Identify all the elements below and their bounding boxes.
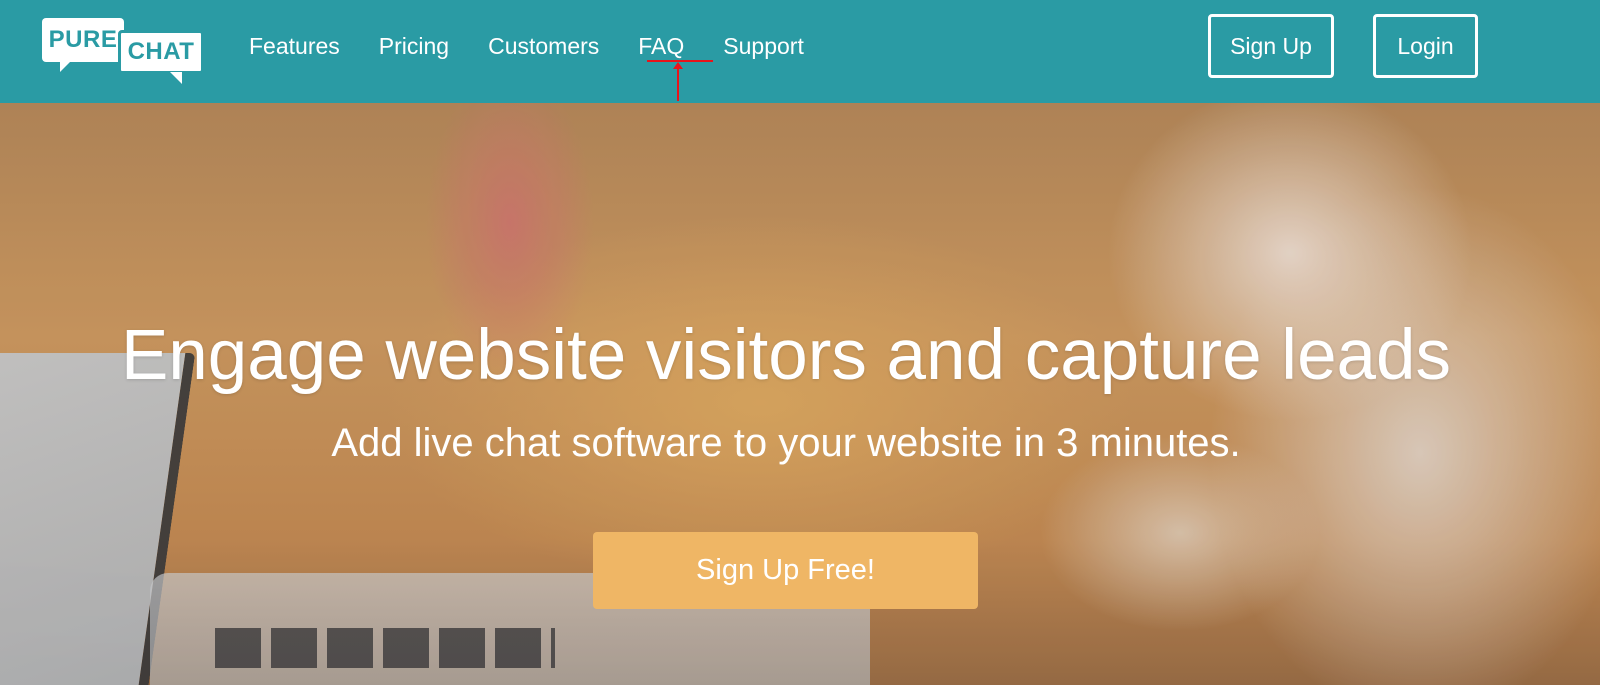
signup-button[interactable]: Sign Up bbox=[1208, 14, 1334, 78]
logo-text-chat: CHAT bbox=[127, 38, 195, 65]
logo-bubble-tail bbox=[170, 72, 182, 84]
login-button[interactable]: Login bbox=[1373, 14, 1478, 78]
signup-free-button[interactable]: Sign Up Free! bbox=[593, 532, 978, 609]
hero-title: Engage website visitors and capture lead… bbox=[120, 316, 1452, 395]
nav-link-features[interactable]: Features bbox=[249, 30, 340, 62]
purechat-logo[interactable]: PURE CHAT bbox=[42, 18, 204, 84]
nav-link-pricing[interactable]: Pricing bbox=[379, 30, 449, 62]
hero-section: Engage website visitors and capture lead… bbox=[0, 103, 1600, 685]
main-nav: Features Pricing Customers FAQ Support bbox=[249, 30, 804, 62]
nav-link-support[interactable]: Support bbox=[723, 30, 804, 62]
top-navbar: PURE CHAT Features Pricing Customers FAQ… bbox=[0, 0, 1600, 103]
hero-subtitle: Add live chat software to your website i… bbox=[331, 421, 1241, 465]
logo-text-pure: PURE bbox=[48, 26, 118, 53]
nav-link-customers[interactable]: Customers bbox=[488, 30, 599, 62]
logo-bubble-pure: PURE bbox=[42, 18, 124, 62]
annotation-arrow-line bbox=[677, 64, 679, 101]
nav-link-faq[interactable]: FAQ bbox=[638, 30, 684, 62]
logo-bubble-tail bbox=[60, 60, 72, 72]
logo-bubble-chat: CHAT bbox=[118, 30, 204, 74]
